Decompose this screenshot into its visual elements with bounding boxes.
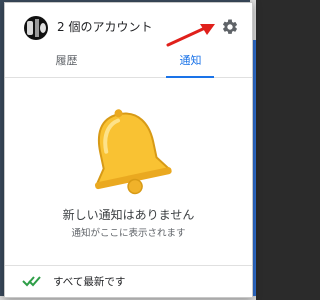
empty-state-title: 新しい通知はありません [62, 208, 195, 222]
tab-notifications[interactable]: 通知 [129, 51, 252, 78]
empty-state-subtitle: 通知がここに表示されます [71, 228, 186, 239]
double-check-icon [22, 276, 41, 287]
annotation-arrow [166, 24, 215, 47]
gear-icon[interactable] [220, 17, 240, 37]
tab-notifications-label: 通知 [179, 54, 202, 67]
notification-popup: 2 個のアカウント 履歴 通知 新しい通知はありません 通知がここに表示されます… [4, 2, 253, 298]
tab-history-label: 履歴 [55, 54, 78, 67]
popup-header: 2 個のアカウント [5, 3, 252, 47]
status-footer: すべて最新です [5, 265, 252, 296]
tab-history[interactable]: 履歴 [5, 51, 128, 77]
account-avatar[interactable] [24, 16, 48, 40]
status-label: すべて最新です [53, 276, 126, 288]
tab-selected-indicator [166, 76, 214, 78]
bell-icon [95, 109, 172, 195]
account-count-label[interactable]: 2 個のアカウント [57, 18, 152, 35]
tab-bar: 履歴 通知 [5, 51, 252, 78]
